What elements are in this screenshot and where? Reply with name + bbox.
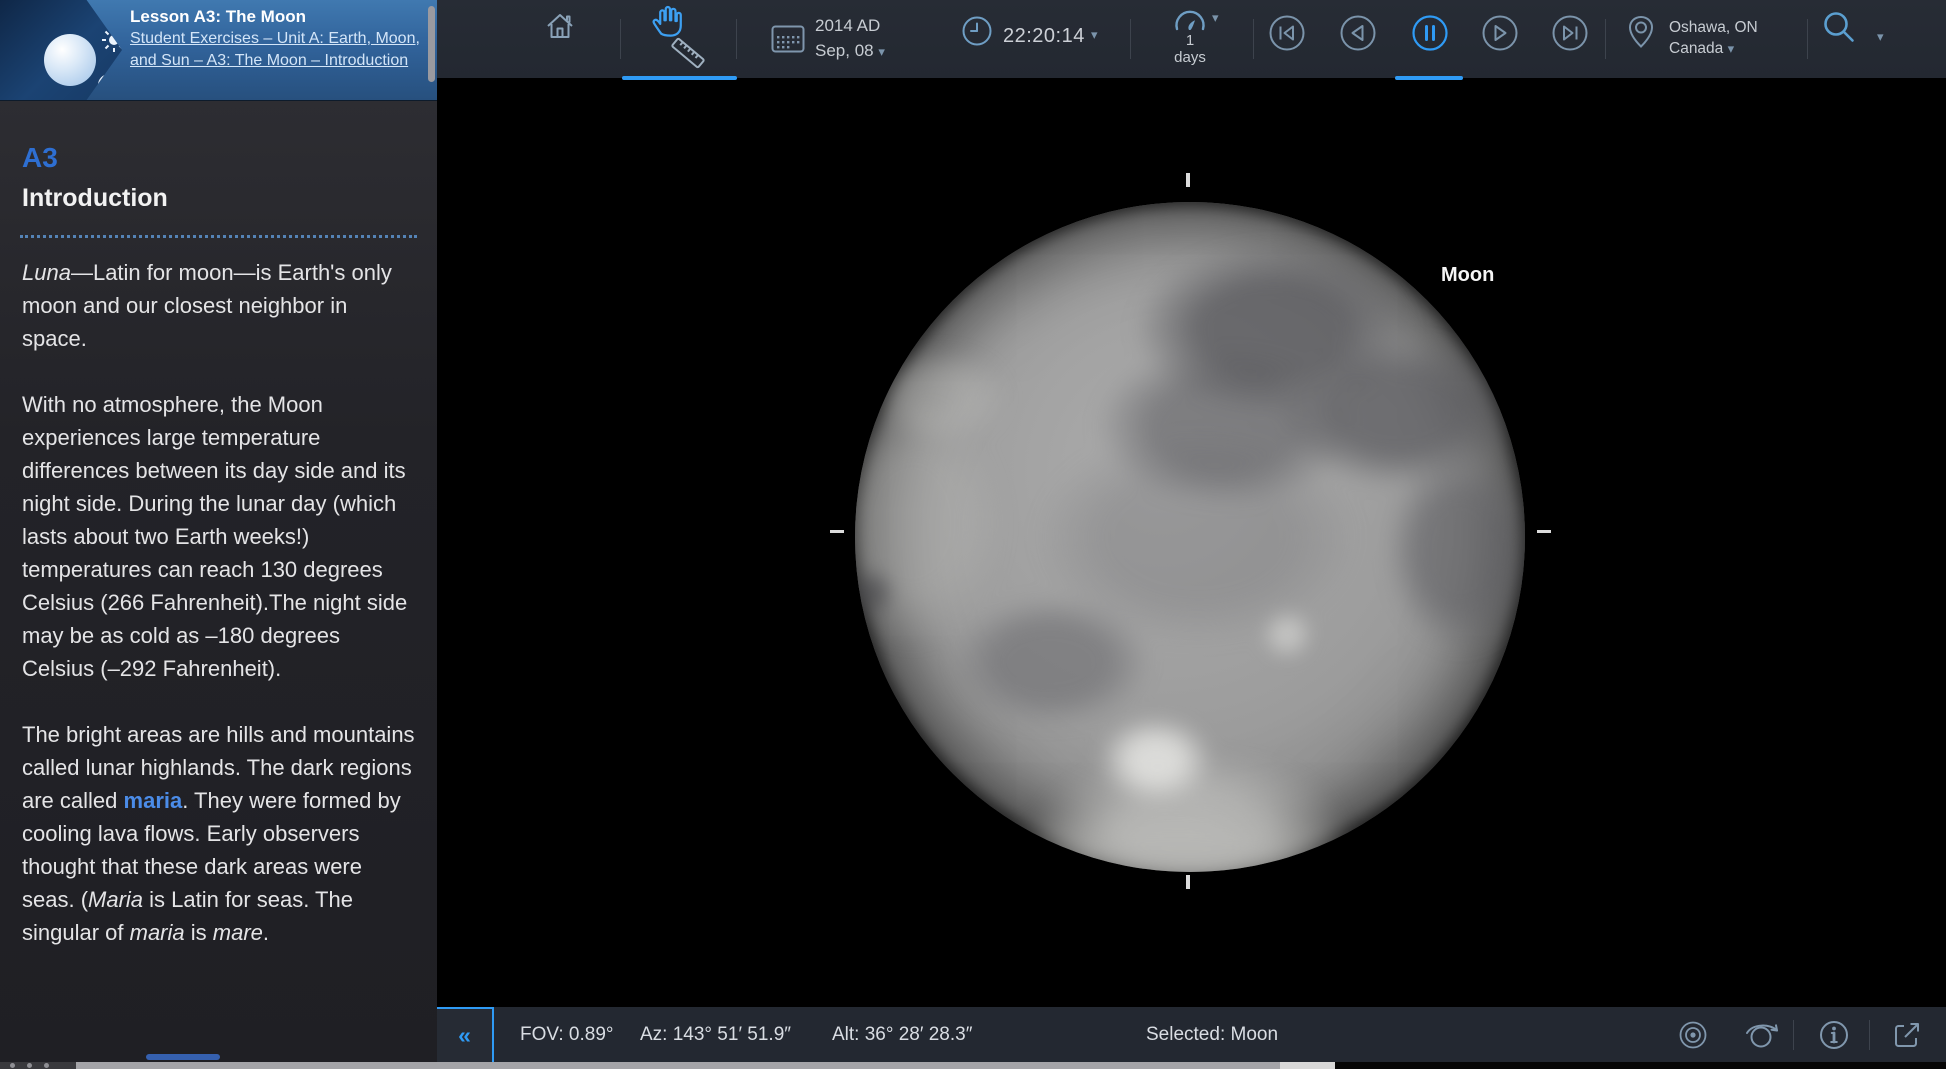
selection-tick-right bbox=[1537, 530, 1551, 533]
toolbar-divider bbox=[620, 19, 621, 59]
time-display[interactable]: 22:20:14 bbox=[1003, 25, 1085, 48]
orbit-view-button[interactable] bbox=[1743, 1020, 1781, 1050]
step-back-icon bbox=[1338, 13, 1378, 53]
skip-to-end-button[interactable] bbox=[1550, 13, 1590, 53]
date-day-line: Sep, 08 ▾ bbox=[815, 38, 885, 64]
pause-icon bbox=[1410, 13, 1450, 53]
lesson-sidebar: A3 Introduction Luna—Latin for moon—is E… bbox=[0, 100, 437, 1062]
time-step-gauge-icon bbox=[1170, 6, 1210, 34]
play-button[interactable] bbox=[1480, 13, 1520, 53]
lesson-paragraph: With no atmosphere, the Moon experiences… bbox=[22, 388, 418, 685]
background-window-sliver bbox=[1335, 1062, 1946, 1069]
orbit-icon bbox=[1743, 1020, 1781, 1050]
az-readout: Az: 143° 51′ 51.9″ bbox=[640, 1007, 791, 1062]
selection-tick-bottom bbox=[1186, 875, 1190, 889]
toolbar-divider bbox=[1807, 19, 1808, 59]
selected-object-readout: Selected: Moon bbox=[1146, 1007, 1278, 1062]
search-button[interactable] bbox=[1821, 10, 1861, 50]
location-pin-icon bbox=[1625, 14, 1657, 52]
time-step-control[interactable]: ▾ 1 days bbox=[1150, 6, 1230, 66]
moon-surface bbox=[855, 202, 1525, 872]
date-display[interactable]: 2014 AD Sep, 08 ▾ bbox=[815, 13, 885, 64]
location-display[interactable]: Oshawa, ON Canada ▾ bbox=[1669, 17, 1758, 59]
main-toolbar: 2014 AD Sep, 08 ▾ 22:20:14 ▾ ▾ 1 days bbox=[437, 0, 1946, 78]
logo-moon-icon bbox=[98, 74, 120, 96]
lesson-title: Lesson A3: The Moon bbox=[130, 6, 420, 28]
location-city-line: Oshawa, ON bbox=[1669, 17, 1758, 38]
selection-tick-top bbox=[1186, 173, 1190, 187]
status-bar: « FOV: 0.89° Az: 143° 51′ 51.9″ Alt: 36°… bbox=[437, 1007, 1946, 1062]
toolbar-divider bbox=[1130, 19, 1131, 59]
window-dot-icon bbox=[44, 1063, 49, 1068]
info-button[interactable] bbox=[1817, 1018, 1851, 1052]
dotted-divider bbox=[20, 235, 417, 238]
home-icon bbox=[545, 12, 575, 40]
target-icon bbox=[1676, 1018, 1710, 1052]
selection-tick-left bbox=[830, 530, 844, 533]
chevron-down-icon: ▾ bbox=[1212, 10, 1219, 26]
breadcrumb-link[interactable]: Student Exercises – Unit A: Earth, Moon,… bbox=[130, 28, 420, 72]
app-logo bbox=[0, 0, 122, 100]
background-window-sliver bbox=[76, 1062, 1280, 1069]
date-era-line: 2014 AD bbox=[815, 13, 885, 38]
alt-readout: Alt: 36° 28′ 28.3″ bbox=[832, 1007, 972, 1062]
search-icon bbox=[1821, 10, 1861, 50]
location-button[interactable] bbox=[1625, 14, 1657, 52]
ruler-icon bbox=[665, 30, 711, 76]
background-window-titlebar bbox=[0, 1062, 76, 1069]
lesson-paragraph: Luna—Latin for moon—is Earth's only moon… bbox=[22, 256, 418, 355]
lesson-paragraph: The bright areas are hills and mountains… bbox=[22, 718, 418, 949]
time-step-value: 1 bbox=[1150, 32, 1230, 49]
lesson-code: A3 bbox=[22, 142, 58, 174]
step-back-button[interactable] bbox=[1338, 13, 1378, 53]
sky-viewport[interactable]: Moon bbox=[437, 78, 1946, 1007]
moon-object[interactable] bbox=[855, 202, 1525, 872]
chevron-down-icon: ▾ bbox=[1728, 41, 1735, 56]
chevron-down-icon[interactable]: ▾ bbox=[1877, 29, 1884, 45]
fov-readout: FOV: 0.89° bbox=[520, 1007, 614, 1062]
open-external-button[interactable] bbox=[1890, 1018, 1924, 1052]
sidebar-scrollbar-thumb[interactable] bbox=[428, 6, 435, 82]
calendar-button[interactable] bbox=[771, 24, 805, 54]
statusbar-divider bbox=[1869, 1020, 1870, 1050]
skip-to-start-button[interactable] bbox=[1267, 13, 1307, 53]
toolbar-divider bbox=[1605, 19, 1606, 59]
home-button[interactable] bbox=[545, 12, 575, 40]
clock-icon bbox=[961, 15, 993, 47]
pause-button[interactable] bbox=[1410, 13, 1450, 53]
toolbar-divider bbox=[1253, 19, 1254, 59]
lesson-body-text: Luna—Latin for moon—is Earth's only moon… bbox=[22, 256, 418, 982]
active-playback-underline bbox=[1395, 76, 1463, 80]
glossary-link[interactable]: maria bbox=[124, 788, 183, 813]
chevron-down-icon[interactable]: ▾ bbox=[1091, 27, 1098, 43]
active-tool-underline bbox=[622, 76, 737, 80]
lesson-section-title: Introduction bbox=[22, 184, 168, 213]
skip-to-start-icon bbox=[1267, 13, 1307, 53]
window-dot-icon bbox=[27, 1063, 32, 1068]
sidebar-collapse-button[interactable]: « bbox=[437, 1007, 494, 1062]
play-icon bbox=[1480, 13, 1520, 53]
toolbar-divider bbox=[736, 19, 737, 59]
info-icon bbox=[1817, 1018, 1851, 1052]
center-target-button[interactable] bbox=[1676, 1018, 1710, 1052]
window-dot-icon bbox=[10, 1063, 15, 1068]
time-step-unit: days bbox=[1150, 49, 1230, 66]
background-window-sliver bbox=[1280, 1062, 1335, 1069]
background-window-edge bbox=[0, 1062, 1946, 1069]
location-country-line: Canada ▾ bbox=[1669, 38, 1758, 59]
clock-button[interactable] bbox=[961, 15, 993, 47]
logo-planet-icon bbox=[44, 34, 96, 86]
skip-to-end-icon bbox=[1550, 13, 1590, 53]
background-window-text-sliver bbox=[146, 1054, 220, 1060]
object-label: Moon bbox=[1441, 264, 1494, 287]
calendar-icon bbox=[771, 24, 805, 54]
chevron-down-icon: ▾ bbox=[878, 44, 885, 59]
lesson-header: Lesson A3: The Moon Student Exercises – … bbox=[0, 0, 437, 101]
logo-sun-icon bbox=[101, 27, 127, 53]
measure-tool-button[interactable] bbox=[665, 30, 711, 76]
statusbar-divider bbox=[1793, 1020, 1794, 1050]
open-external-icon bbox=[1890, 1018, 1924, 1052]
